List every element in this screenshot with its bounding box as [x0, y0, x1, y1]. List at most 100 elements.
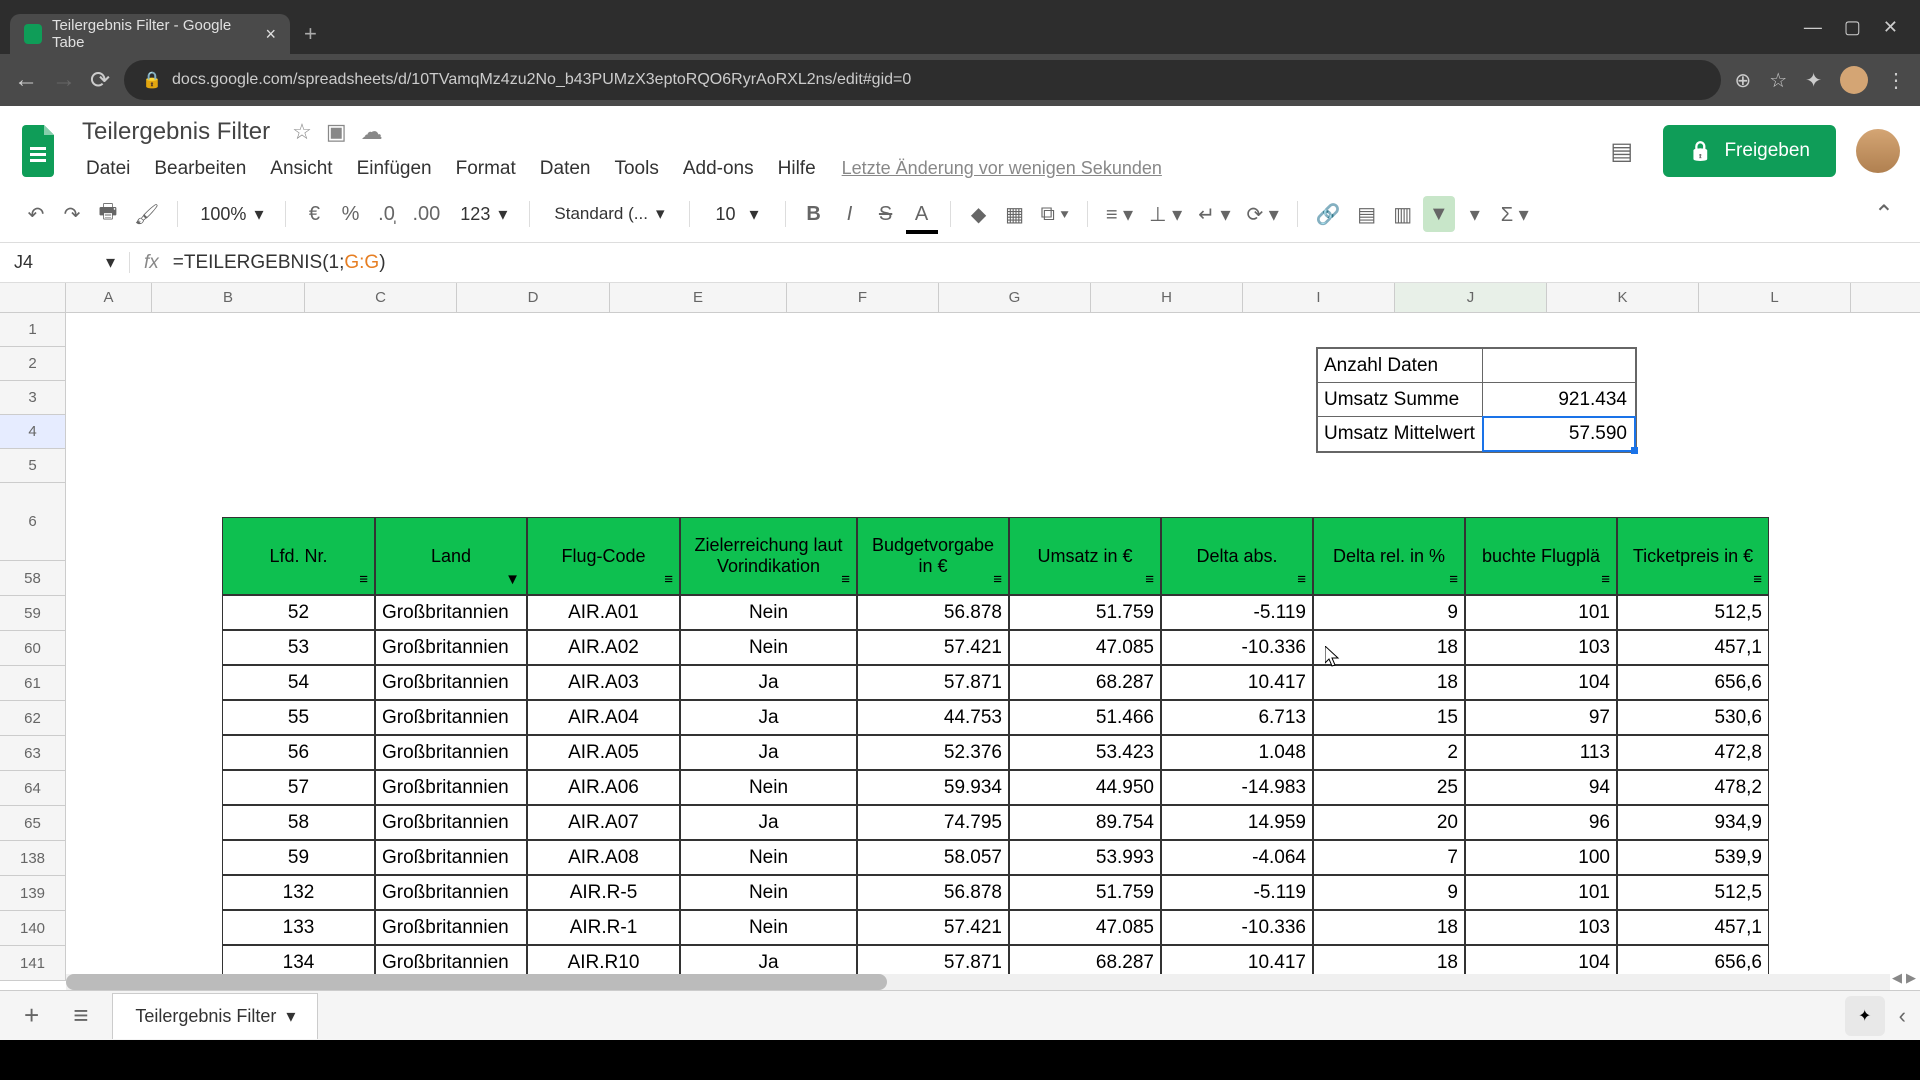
back-icon[interactable]: ← — [14, 66, 38, 94]
table-cell[interactable]: Nein — [680, 875, 857, 910]
move-doc-icon[interactable]: ▣ — [326, 119, 347, 145]
table-cell[interactable]: Großbritannien — [375, 875, 527, 910]
column-filter-icon[interactable]: ≡ — [1601, 571, 1610, 588]
table-cell[interactable]: Ja — [680, 805, 857, 840]
table-cell[interactable]: -5.119 — [1161, 595, 1313, 630]
row-header[interactable]: 65 — [0, 806, 66, 841]
table-cell[interactable]: AIR.R-5 — [527, 875, 680, 910]
font-size-select[interactable]: 10 ▾ — [702, 204, 773, 225]
table-cell[interactable]: 53.993 — [1009, 840, 1161, 875]
table-cell[interactable]: 57.421 — [857, 910, 1009, 945]
rotate-icon[interactable]: ⟳ ▾ — [1240, 196, 1284, 232]
merge-icon[interactable]: ⧉ ▾ — [1035, 196, 1075, 232]
close-tab-icon[interactable]: × — [265, 24, 276, 45]
table-cell[interactable]: 53.423 — [1009, 735, 1161, 770]
col-header-K[interactable]: K — [1547, 283, 1699, 312]
table-cell[interactable]: AIR.R-1 — [527, 910, 680, 945]
table-cell[interactable]: 20 — [1313, 805, 1465, 840]
table-cell[interactable]: AIR.A02 — [527, 630, 680, 665]
redo-icon[interactable]: ↷ — [56, 196, 88, 232]
account-avatar[interactable] — [1856, 129, 1900, 173]
row-header[interactable]: 2 — [0, 347, 66, 381]
table-header[interactable]: Zielerreichung laut Vorindikation≡ — [680, 517, 857, 595]
table-cell[interactable]: 934,9 — [1617, 805, 1769, 840]
address-bar[interactable]: 🔒 docs.google.com/spreadsheets/d/10TVamq… — [124, 60, 1720, 100]
sheet-tab[interactable]: Teilergebnis Filter ▾ — [112, 993, 318, 1039]
table-cell[interactable]: 9 — [1313, 595, 1465, 630]
browser-tab[interactable]: Teilergebnis Filter - Google Tabe × — [10, 14, 290, 54]
summary-label[interactable]: Anzahl Daten — [1318, 349, 1483, 383]
row-header[interactable]: 63 — [0, 736, 66, 771]
comment-icon[interactable]: ▤ — [1351, 196, 1383, 232]
col-header-F[interactable]: F — [787, 283, 939, 312]
forward-icon[interactable]: → — [52, 66, 76, 94]
add-sheet-button[interactable]: + — [14, 1000, 49, 1031]
table-cell[interactable]: -4.064 — [1161, 840, 1313, 875]
name-box[interactable]: J4 ▾ — [0, 252, 130, 273]
table-cell[interactable]: 25 — [1313, 770, 1465, 805]
row-header[interactable]: 6 — [0, 483, 66, 561]
borders-icon[interactable]: ▦ — [999, 196, 1031, 232]
row-header[interactable]: 138 — [0, 841, 66, 876]
table-header[interactable]: Ticketpreis in €≡ — [1617, 517, 1769, 595]
table-cell[interactable]: AIR.A05 — [527, 735, 680, 770]
table-cell[interactable]: 44.950 — [1009, 770, 1161, 805]
row-header[interactable]: 61 — [0, 666, 66, 701]
table-cell[interactable]: Ja — [680, 665, 857, 700]
column-filter-icon[interactable]: ▼ — [505, 571, 520, 588]
table-cell[interactable]: 58.057 — [857, 840, 1009, 875]
col-header-J[interactable]: J — [1395, 283, 1547, 312]
star-icon[interactable]: ☆ — [1769, 68, 1787, 93]
browser-avatar[interactable] — [1840, 66, 1868, 94]
explore-button[interactable]: ✦ — [1845, 996, 1885, 1036]
menu-bearbeiten[interactable]: Bearbeiten — [144, 152, 256, 186]
table-cell[interactable]: 6.713 — [1161, 700, 1313, 735]
row-header[interactable]: 140 — [0, 911, 66, 946]
table-cell[interactable]: 101 — [1465, 595, 1617, 630]
wrap-icon[interactable]: ↵ ▾ — [1192, 196, 1236, 232]
table-cell[interactable]: AIR.A07 — [527, 805, 680, 840]
toolbar-more-icon[interactable]: ⌃ — [1868, 196, 1900, 232]
table-cell[interactable]: 59.934 — [857, 770, 1009, 805]
table-cell[interactable]: 51.759 — [1009, 875, 1161, 910]
col-header-L[interactable]: L — [1699, 283, 1851, 312]
col-header-E[interactable]: E — [610, 283, 787, 312]
table-cell[interactable]: AIR.A01 — [527, 595, 680, 630]
table-cell[interactable]: AIR.A08 — [527, 840, 680, 875]
table-cell[interactable]: 101 — [1465, 875, 1617, 910]
table-cell[interactable]: 57 — [222, 770, 375, 805]
table-cell[interactable]: 59 — [222, 840, 375, 875]
row-header[interactable]: 141 — [0, 946, 66, 981]
menu-tools[interactable]: Tools — [604, 152, 668, 186]
table-header[interactable]: Umsatz in €≡ — [1009, 517, 1161, 595]
table-cell[interactable]: 15 — [1313, 700, 1465, 735]
last-edit-info[interactable]: Letzte Änderung vor wenigen Sekunden — [830, 152, 1174, 186]
table-cell[interactable]: Ja — [680, 735, 857, 770]
minimize-icon[interactable]: — — [1804, 17, 1822, 38]
all-sheets-button[interactable]: ≡ — [63, 1000, 98, 1031]
table-cell[interactable]: -5.119 — [1161, 875, 1313, 910]
table-cell[interactable]: Großbritannien — [375, 840, 527, 875]
row-header[interactable]: 59 — [0, 596, 66, 631]
menu-add-ons[interactable]: Add-ons — [673, 152, 764, 186]
row-header[interactable]: 1 — [0, 313, 66, 347]
table-cell[interactable]: 52 — [222, 595, 375, 630]
table-cell[interactable]: 97 — [1465, 700, 1617, 735]
summary-value[interactable]: 921.434 — [1483, 383, 1635, 417]
row-header[interactable]: 3 — [0, 381, 66, 415]
currency-icon[interactable]: € — [298, 196, 330, 232]
table-cell[interactable]: 14.959 — [1161, 805, 1313, 840]
table-cell[interactable]: 55 — [222, 700, 375, 735]
table-cell[interactable]: -10.336 — [1161, 630, 1313, 665]
table-cell[interactable]: 103 — [1465, 630, 1617, 665]
table-cell[interactable]: 530,6 — [1617, 700, 1769, 735]
menu-ansicht[interactable]: Ansicht — [260, 152, 342, 186]
table-header[interactable]: Lfd. Nr.≡ — [222, 517, 375, 595]
col-header-H[interactable]: H — [1091, 283, 1243, 312]
table-cell[interactable]: 57.421 — [857, 630, 1009, 665]
table-cell[interactable]: 100 — [1465, 840, 1617, 875]
browser-menu-icon[interactable]: ⋮ — [1886, 68, 1906, 93]
chevron-down-icon[interactable]: ▾ — [286, 1006, 295, 1027]
halign-icon[interactable]: ≡ ▾ — [1100, 196, 1139, 232]
column-filter-icon[interactable]: ≡ — [1145, 571, 1154, 588]
